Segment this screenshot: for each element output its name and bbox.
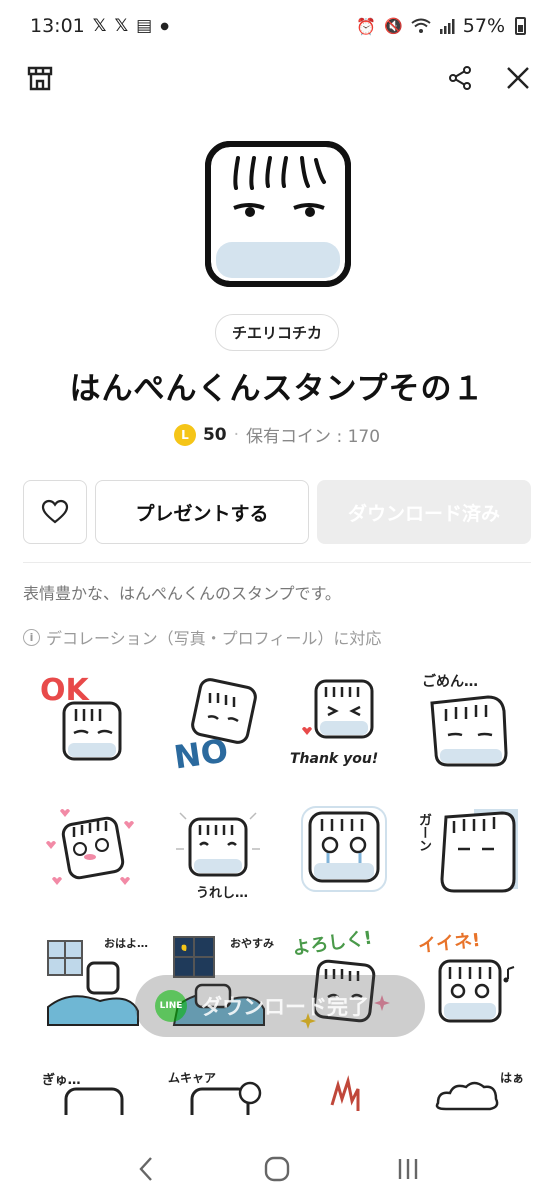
info-icon: i [23, 628, 40, 646]
sticker-crying[interactable] [286, 795, 402, 907]
x-app-icon: 𝕏 [92, 16, 107, 36]
sticker-crying-image [301, 806, 387, 892]
pack-header: チエリコチカ はんぺんくんスタンプその１ L 50 · 保有コイン : 170 [0, 130, 554, 447]
share-icon [449, 66, 471, 90]
sticker-haa-text: はぁ [499, 1071, 524, 1085]
price-row: L 50 · 保有コイン : 170 [173, 422, 381, 447]
top-bar [0, 58, 554, 108]
wifi-icon [411, 18, 431, 33]
decoration-support-note: i デコレーション（写真・プロフィール）に対応 [23, 625, 381, 649]
sticker-gyu-text: ぎゅ… [42, 1073, 81, 1088]
alarm-icon: ⏰ [356, 16, 377, 36]
action-buttons: プレゼントする ダウンロード済み [23, 480, 531, 544]
present-button[interactable]: プレゼントする [95, 480, 309, 544]
mute-icon: 🔇 [384, 17, 403, 35]
pack-title: はんぺんくんスタンプその１ [69, 371, 485, 407]
sticker-iine[interactable]: イイネ! [412, 925, 528, 1037]
main-sticker-image [205, 141, 351, 287]
pack-description: 表情豊かな、はんぺんくんのスタンプです。 [23, 584, 341, 603]
line-app-icon: LINE [155, 990, 187, 1022]
sticker-gomen[interactable]: ごめん… [412, 665, 528, 777]
sticker-ureshi[interactable]: うれし… [160, 795, 276, 907]
recents-icon [399, 1159, 418, 1179]
back-button[interactable] [122, 1145, 170, 1193]
divider [23, 562, 531, 563]
battery-icon [515, 17, 526, 35]
decoration-note-text: デコレーション（写真・プロフィール）に対応 [46, 629, 382, 648]
store-button[interactable] [20, 58, 60, 98]
store-icon [27, 66, 53, 91]
line-coin-icon: L [173, 423, 196, 446]
price-value: 50 [202, 424, 227, 445]
sticker-thank-you[interactable]: Thank you! [286, 665, 402, 777]
sticker-ga-n[interactable]: ガーン [412, 795, 528, 907]
sticker-ok[interactable]: OK [34, 665, 150, 777]
back-icon [139, 1157, 152, 1181]
sticker-mukya-text: ムキャア [168, 1071, 217, 1085]
sticker-ohayo[interactable]: おはよ… [34, 925, 150, 1037]
sticker-ureshi-text: うれし… [196, 886, 249, 901]
sticker-haa[interactable]: はぁ [412, 1055, 528, 1115]
author-chip[interactable]: チエリコチカ [214, 314, 339, 351]
home-icon [264, 1156, 290, 1182]
line-share-pill[interactable]: LINE ダウンロード完了 [135, 975, 425, 1037]
share-pill-label: ダウンロード完了 [201, 995, 369, 1019]
sticker-ga-n-text: ガーン [416, 813, 431, 852]
sticker-hearts[interactable] [34, 795, 150, 907]
x-app-icon: 𝕏 [114, 16, 129, 36]
clock: 13:01 [30, 15, 85, 37]
close-icon [507, 67, 529, 89]
sticker-thank-you-text: Thank you! [290, 751, 379, 767]
owned-coins: 保有コイン : 170 [246, 427, 381, 447]
sticker-fire-image [330, 1075, 360, 1111]
downloaded-button: ダウンロード済み [317, 480, 531, 544]
status-bar: 13:01 𝕏 𝕏 ▤ ● ⏰ 🔇 57% [0, 0, 554, 52]
home-button[interactable] [253, 1145, 301, 1193]
sticker-hearts-image [46, 809, 134, 885]
sticker-gyu[interactable]: ぎゅ… [34, 1055, 150, 1115]
sticker-no[interactable]: NO [160, 665, 276, 777]
sticker-oyasumi-text: おやすみ [230, 937, 274, 950]
sticker-grid: OK NO Thank you! ごめん… うれし… ガーン おはよ… おやすみ… [34, 665, 530, 1115]
heart-icon [41, 499, 69, 524]
sticker-mukya[interactable]: ムキャア [160, 1055, 276, 1115]
sticker-ga-n-image [440, 809, 518, 893]
separator-dot: · [233, 424, 240, 445]
signal-icon [439, 19, 455, 34]
share-button[interactable] [440, 58, 480, 98]
like-button[interactable] [23, 480, 87, 544]
sticker-gomen-text: ごめん… [422, 674, 478, 690]
battery-percent: 57% [462, 15, 505, 37]
sticker-no-text: NO [171, 731, 231, 777]
sticker-fire[interactable] [286, 1055, 402, 1115]
sticker-ok-text: OK [40, 673, 89, 708]
news-icon: ▤ [136, 16, 153, 36]
recents-button[interactable] [384, 1145, 432, 1193]
sticker-ohayo-text: おはよ… [104, 937, 148, 950]
system-nav-bar [0, 1138, 554, 1200]
close-button[interactable] [498, 58, 538, 98]
more-notifications-icon: ● [160, 20, 169, 32]
